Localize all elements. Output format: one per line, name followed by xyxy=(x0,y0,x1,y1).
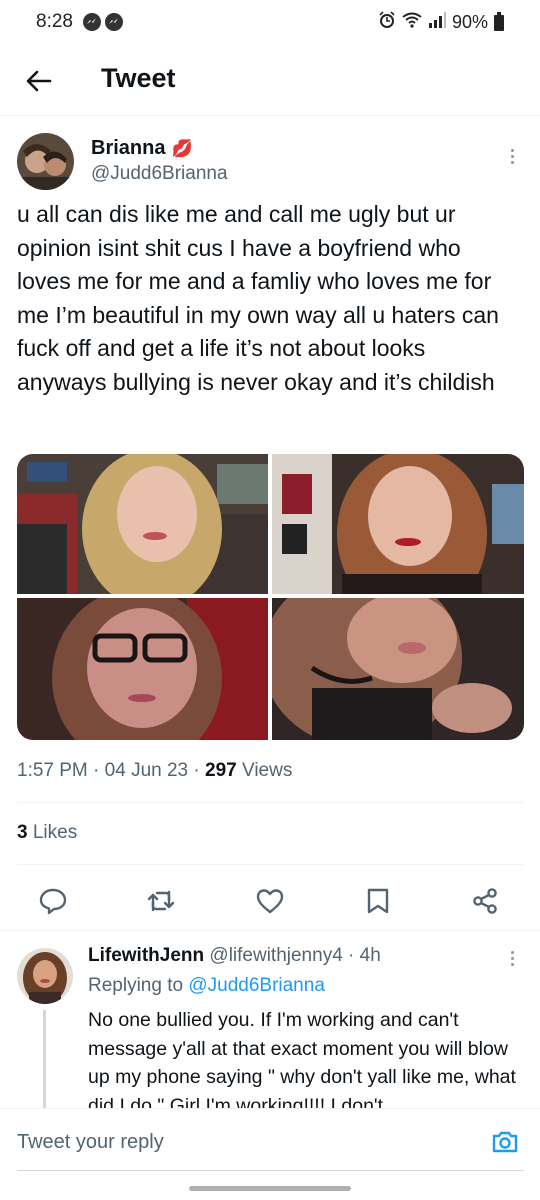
share-button[interactable] xyxy=(470,886,500,916)
tweet-text: u all can dis like me and call me ugly b… xyxy=(17,201,499,395)
reply-age: 4h xyxy=(359,945,381,966)
section-divider xyxy=(0,930,540,931)
likes-summary[interactable]: 3 Likes xyxy=(17,822,77,844)
author-avatar[interactable] xyxy=(17,133,74,190)
dot-icon xyxy=(510,154,514,158)
reply-author-name[interactable]: LifewithJenn xyxy=(88,945,204,966)
bookmark-icon xyxy=(367,888,389,914)
battery-percent: 90% xyxy=(451,12,488,32)
reply-author-handle[interactable]: @lifewithjenny4 xyxy=(209,945,342,966)
reply-author-avatar[interactable] xyxy=(17,948,73,1004)
reply-header: LifewithJenn @lifewithjenny4 · 4h xyxy=(88,945,381,967)
alarm-icon xyxy=(378,11,396,34)
heart-icon xyxy=(256,889,284,914)
dot-icon xyxy=(510,148,514,152)
thread-connector-line xyxy=(43,1010,46,1110)
compose-underline xyxy=(17,1170,524,1171)
messenger-icon xyxy=(105,13,123,31)
kiss-mark-icon: 💋 xyxy=(171,138,193,158)
top-app-bar: Tweet xyxy=(0,46,540,116)
reply-compose-bar xyxy=(0,1108,540,1174)
dot-icon xyxy=(510,950,514,954)
replying-to-label: Replying to xyxy=(88,975,184,996)
reply-text: No one bullied you. If I'm working and c… xyxy=(88,1009,516,1108)
separator-dot: · xyxy=(93,760,100,781)
reply-more-options-button[interactable] xyxy=(502,946,522,970)
tweet-photo-3[interactable] xyxy=(17,598,268,740)
signal-icon xyxy=(428,12,446,33)
dot-icon xyxy=(510,160,514,164)
author-handle[interactable]: @Judd6Brianna xyxy=(91,163,228,185)
arrow-left-icon xyxy=(26,70,52,92)
dot-icon xyxy=(510,956,514,960)
like-button[interactable] xyxy=(255,886,285,916)
back-button[interactable] xyxy=(22,64,56,98)
replying-to: Replying to @Judd6Brianna xyxy=(88,975,325,997)
comment-icon xyxy=(39,888,67,915)
tweet-media-grid xyxy=(17,454,524,740)
separator-dot: · xyxy=(193,760,200,781)
separator-dot: · xyxy=(348,945,355,966)
battery-icon xyxy=(494,11,504,31)
divider xyxy=(17,802,524,803)
wifi-icon xyxy=(402,12,422,33)
bookmark-button[interactable] xyxy=(363,886,393,916)
author-name[interactable]: Brianna 💋 xyxy=(91,137,193,160)
likes-count: 3 xyxy=(17,822,28,843)
tweet-meta: 1:57 PM · 04 Jun 23 · 297 Views xyxy=(17,760,292,782)
page-title: Tweet xyxy=(101,63,176,93)
views-label: Views xyxy=(242,760,293,781)
camera-icon xyxy=(492,1131,518,1153)
tweet-time: 1:57 PM xyxy=(17,760,88,781)
tweet-photo-4[interactable] xyxy=(272,598,524,740)
tweet-photo-1[interactable] xyxy=(17,454,268,594)
divider xyxy=(17,864,524,865)
messenger-icon xyxy=(83,13,101,31)
retweet-button[interactable] xyxy=(146,886,176,916)
tweet-action-bar xyxy=(0,876,540,926)
tweet-photo-2[interactable] xyxy=(272,454,524,594)
likes-label: Likes xyxy=(32,822,78,843)
tweet-more-options-button[interactable] xyxy=(502,144,522,168)
home-indicator[interactable] xyxy=(189,1186,351,1191)
dot-icon xyxy=(510,962,514,966)
share-icon xyxy=(473,888,497,914)
replying-to-handle[interactable]: @Judd6Brianna xyxy=(188,975,325,996)
views-count: 297 xyxy=(205,760,237,781)
author-name-text: Brianna xyxy=(91,137,166,159)
reply-button[interactable] xyxy=(38,886,68,916)
reply-input[interactable] xyxy=(17,1131,437,1154)
status-time: 8:28 xyxy=(36,11,73,32)
status-indicators: 90% xyxy=(378,11,504,34)
tweet-date: 04 Jun 23 xyxy=(104,760,189,781)
status-bar: 8:28 90% xyxy=(0,0,540,46)
retweet-icon xyxy=(147,890,175,912)
camera-button[interactable] xyxy=(490,1127,520,1157)
